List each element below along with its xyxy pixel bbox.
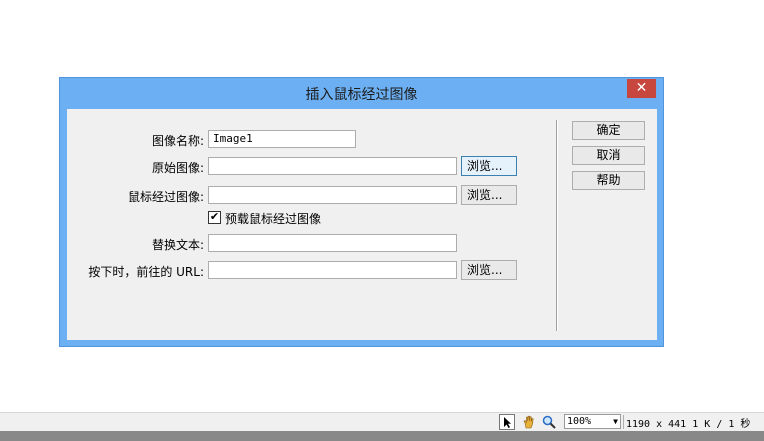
help-button[interactable]: 帮助	[572, 171, 645, 190]
browse-link-button[interactable]: 浏览...	[461, 260, 517, 280]
browse-original-button[interactable]: 浏览...	[461, 156, 517, 176]
pointer-tool[interactable]	[499, 414, 515, 430]
dialog-title: 插入鼠标经过图像	[305, 87, 418, 103]
cancel-button[interactable]: 取消	[572, 146, 645, 165]
file-size: 1 K / 1 秒	[692, 419, 751, 430]
bottom-strip	[0, 431, 764, 441]
dialog-body: 图像名称: Image1 原始图像: 浏览... 鼠标经过图像: 浏览... ✔…	[67, 109, 657, 340]
window-size[interactable]: 1190 x 441	[626, 419, 686, 430]
rollover-image-label: 鼠标经过图像:	[127, 190, 204, 204]
dialog-titlebar[interactable]: 插入鼠标经过图像 ✕	[60, 78, 663, 109]
zoom-tool[interactable]	[541, 414, 557, 430]
link-url-label: 按下时，前往的 URL:	[88, 265, 204, 279]
zoom-value: 100%	[567, 416, 592, 427]
image-name-label: 图像名称:	[151, 134, 204, 148]
checkmark-icon: ✔	[209, 210, 220, 223]
status-bar: 100% ▼ 1190 x 441 1 K / 1 秒	[0, 412, 764, 431]
link-url-input[interactable]	[208, 261, 457, 279]
status-dimensions: 1190 x 441 1 K / 1 秒	[626, 415, 750, 430]
browse-rollover-button[interactable]: 浏览...	[461, 185, 517, 205]
rollover-image-input[interactable]	[208, 186, 457, 204]
original-image-label: 原始图像:	[151, 161, 204, 175]
image-name-input[interactable]: Image1	[208, 130, 356, 148]
insert-rollover-image-dialog: 插入鼠标经过图像 ✕ 图像名称: Image1 原始图像: 浏览... 鼠标经过…	[59, 77, 664, 347]
arrow-pointer-icon	[504, 417, 511, 428]
alt-text-label: 替换文本:	[151, 238, 204, 252]
zoom-select[interactable]: 100% ▼	[564, 414, 621, 429]
magnifier-icon	[542, 415, 556, 429]
close-button[interactable]: ✕	[627, 79, 656, 98]
status-separator	[623, 415, 624, 429]
preload-label: 预载鼠标经过图像	[225, 212, 322, 226]
hand-tool[interactable]	[521, 414, 537, 430]
close-icon: ✕	[635, 80, 648, 96]
hand-icon	[523, 415, 534, 429]
vertical-divider	[556, 120, 558, 331]
alt-text-input[interactable]	[208, 234, 457, 252]
ok-button[interactable]: 确定	[572, 121, 645, 140]
chevron-down-icon: ▼	[613, 417, 618, 426]
original-image-input[interactable]	[208, 157, 457, 175]
preload-checkbox[interactable]: ✔	[208, 211, 221, 224]
